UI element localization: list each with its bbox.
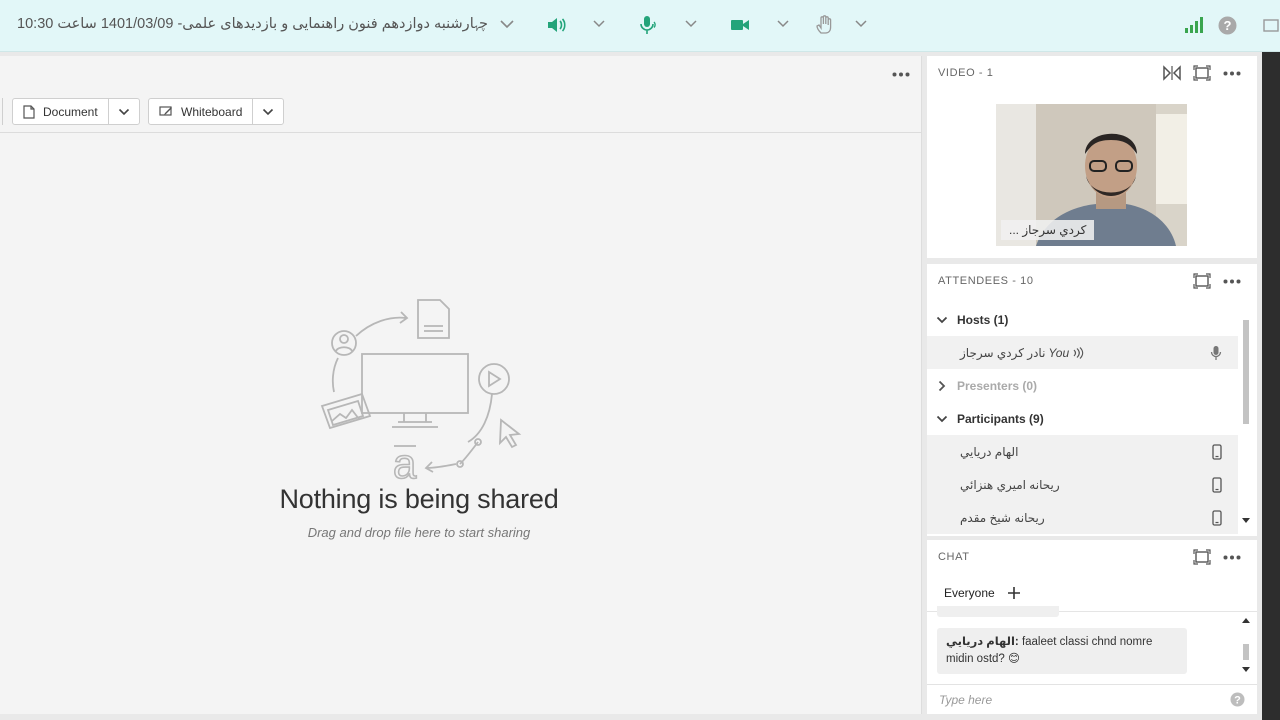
speaker-icon[interactable] — [545, 14, 567, 36]
video-pod: VIDEO - 1 كردي سرجاز ... — [927, 56, 1257, 258]
document-button-label: Document — [43, 104, 98, 119]
host-you-label: You — [1048, 345, 1070, 360]
participant-row[interactable]: ريحانه اميري هنزائي — [927, 468, 1238, 501]
presenters-group-header[interactable]: Presenters (0) — [927, 369, 1238, 402]
svg-text:?: ? — [1234, 695, 1241, 707]
share-toolbar: Document Whiteboard — [0, 88, 922, 133]
hosts-collapse-chevron-icon — [927, 316, 957, 324]
meeting-top-bar: ﭼﮩﺎﺭشنبه دوازدهم فنون راهنمایی و بازدیده… — [0, 0, 1280, 52]
chat-message-partial — [937, 606, 1059, 617]
chat-maximize-icon[interactable] — [1193, 549, 1211, 565]
video-pod-options-icon[interactable] — [1223, 71, 1241, 76]
attendees-pod-title: ATTENDEES - 10 — [938, 275, 1034, 287]
hosts-group-header[interactable]: Hosts (1) — [927, 303, 1238, 336]
document-dropdown-chevron-icon[interactable] — [109, 99, 139, 124]
mobile-device-icon — [1212, 510, 1222, 526]
chat-pod-options-icon[interactable] — [1223, 555, 1241, 560]
microphone-icon[interactable] — [637, 14, 659, 36]
chat-pod-title: CHAT — [938, 551, 970, 563]
participant-row[interactable]: الهام دريايي — [927, 435, 1238, 468]
participant-name: ريحانه اميري هنزائي — [960, 477, 1060, 492]
host-row[interactable]: نادر كردي سرجاز You — [927, 336, 1238, 369]
chat-input-placeholder: Type here — [939, 693, 993, 707]
whiteboard-dropdown-chevron-icon[interactable] — [253, 99, 283, 124]
participant-row[interactable]: ريحانه شيخ مقدم — [927, 501, 1238, 534]
meeting-title: ﭼﮩﺎﺭشنبه دوازدهم فنون راهنمایی و بازدیده… — [17, 16, 488, 32]
attendees-pod: ATTENDEES - 10 Hosts (1) نادر كردي سرجاز… — [927, 264, 1257, 536]
nothing-shared-title: Nothing is being shared — [279, 484, 559, 514]
mobile-device-icon — [1212, 477, 1222, 493]
share-pod-options-icon[interactable] — [892, 72, 910, 77]
chat-input[interactable]: Type here ? — [927, 684, 1257, 714]
nothing-shared-illustration-icon: a — [318, 296, 528, 482]
attendees-scrollbar[interactable] — [1241, 320, 1251, 528]
svg-text:?: ? — [1224, 18, 1232, 33]
chat-tab-label: Everyone — [944, 586, 995, 600]
share-pod: Document Whiteboard a Nothing is being s… — [0, 56, 922, 714]
participants-group-label: Participants (9) — [957, 411, 1044, 426]
chat-tab-everyone[interactable]: Everyone — [944, 586, 995, 600]
video-participant-name: كردي سرجاز ... — [1001, 220, 1095, 240]
hosts-group-label: Hosts (1) — [957, 312, 1009, 327]
new-chat-tab-plus-icon[interactable] — [1007, 586, 1021, 600]
presenters-expand-chevron-icon — [927, 380, 957, 392]
raise-hand-icon[interactable] — [814, 14, 836, 36]
attendees-pod-options-icon[interactable] — [1223, 279, 1241, 284]
chat-message: الهام دريايي: faaleet classi chnd nomre … — [937, 628, 1187, 674]
microphone-options-chevron-icon[interactable] — [684, 19, 698, 28]
connection-signal-icon[interactable] — [1184, 15, 1204, 35]
whiteboard-icon — [159, 105, 173, 119]
whiteboard-button-label: Whiteboard — [181, 104, 243, 119]
drag-drop-hint: Drag and drop file here to start sharing — [307, 525, 531, 540]
title-menu-chevron-icon[interactable] — [499, 19, 515, 29]
mirror-video-icon[interactable] — [1163, 65, 1181, 81]
video-maximize-icon[interactable] — [1193, 65, 1211, 81]
speaker-options-chevron-icon[interactable] — [592, 19, 606, 28]
layout-menu-icon[interactable] — [1262, 17, 1280, 35]
participant-video-feed[interactable]: كردي سرجاز ... — [996, 104, 1187, 246]
document-icon — [23, 104, 35, 119]
camera-options-chevron-icon[interactable] — [776, 19, 790, 28]
raise-hand-options-chevron-icon[interactable] — [854, 19, 868, 28]
previous-share-button-edge[interactable] — [0, 98, 3, 125]
host-name: نادر كردي سرجاز — [960, 345, 1046, 360]
chat-info-icon[interactable]: ? — [1230, 692, 1245, 707]
participants-collapse-chevron-icon — [927, 415, 957, 423]
host-microphone-icon — [1210, 345, 1222, 361]
mobile-device-icon — [1212, 444, 1222, 460]
camera-icon[interactable] — [729, 14, 751, 36]
host-speaking-icon — [1072, 346, 1084, 359]
participant-name: ريحانه شيخ مقدم — [960, 510, 1045, 525]
chat-message-sender: الهام دريايي: — [946, 636, 1019, 648]
share-document-button[interactable]: Document — [12, 98, 140, 125]
attendees-maximize-icon[interactable] — [1193, 273, 1211, 289]
presenters-group-label: Presenters (0) — [957, 378, 1038, 393]
video-pod-title: VIDEO - 1 — [938, 67, 994, 79]
participants-group-header[interactable]: Participants (9) — [927, 402, 1238, 435]
share-whiteboard-button[interactable]: Whiteboard — [148, 98, 285, 125]
layouts-side-panel — [1262, 52, 1280, 720]
help-icon[interactable]: ? — [1218, 16, 1237, 35]
chat-pod: CHAT Everyone الهام دريايي: faaleet clas… — [927, 540, 1257, 714]
participant-name: الهام دريايي — [960, 444, 1019, 459]
chat-scrollbar[interactable] — [1241, 616, 1251, 676]
